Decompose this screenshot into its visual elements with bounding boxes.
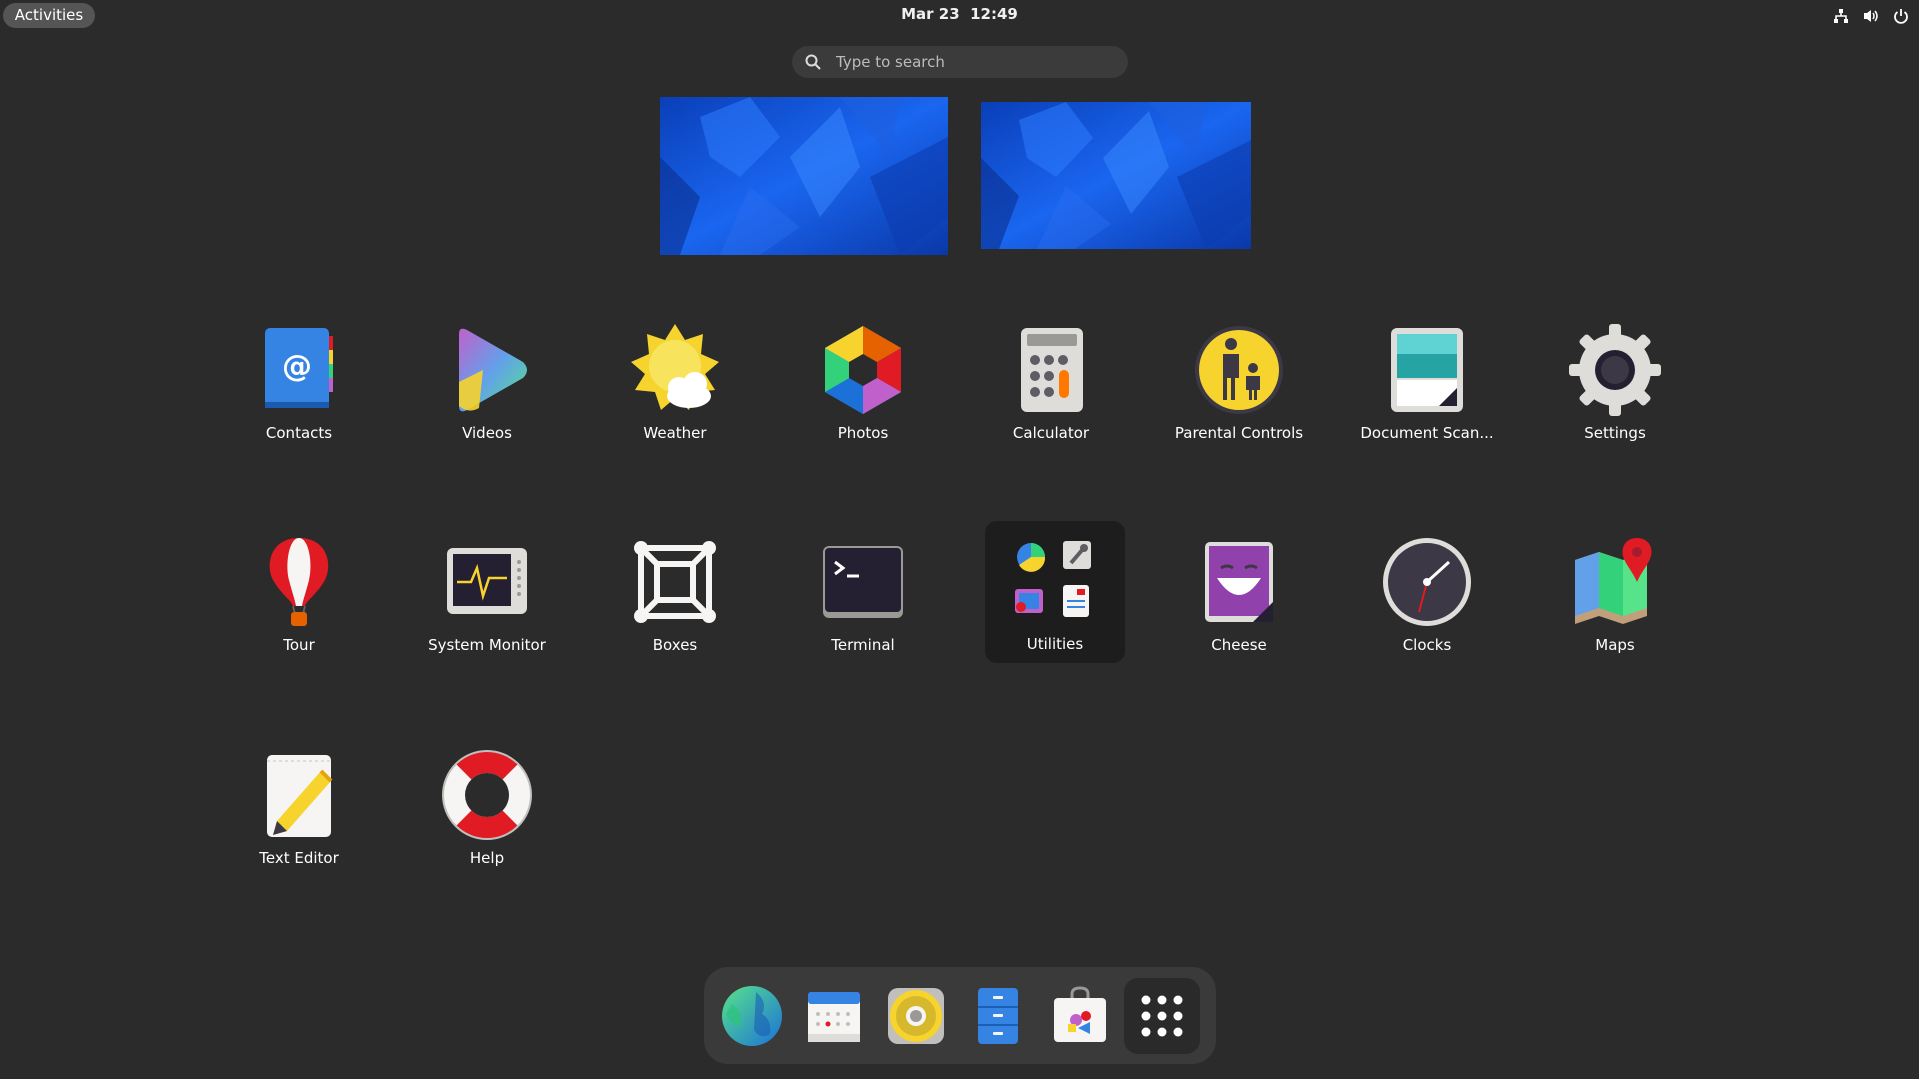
app-parental-controls[interactable]: Parental Controls — [1169, 310, 1309, 452]
app-label: Contacts — [265, 424, 333, 442]
system-status-area[interactable] — [1831, 6, 1911, 26]
maps-icon — [1575, 538, 1652, 624]
app-weather[interactable]: Weather — [605, 310, 745, 452]
app-help[interactable]: Help — [417, 735, 557, 877]
app-label: Settings — [1584, 424, 1646, 442]
svg-text:@: @ — [282, 349, 312, 384]
dock-item-files[interactable] — [960, 978, 1036, 1054]
app-label: Terminal — [831, 636, 895, 654]
app-label: Videos — [462, 424, 512, 442]
app-label: Tour — [283, 636, 315, 654]
date-label[interactable]: Mar 23 — [901, 5, 960, 23]
dock-item-show-apps[interactable] — [1124, 978, 1200, 1054]
app-label: Help — [469, 849, 505, 867]
parental-controls-icon — [1195, 326, 1283, 414]
app-label: Photos — [837, 424, 889, 442]
tour-balloon-icon — [269, 538, 329, 626]
software-store-icon — [1054, 986, 1106, 1042]
help-lifebuoy-icon — [442, 750, 532, 840]
volume-icon[interactable] — [1861, 6, 1881, 26]
dock-item-software[interactable] — [1042, 978, 1118, 1054]
app-maps[interactable]: Maps — [1545, 522, 1685, 664]
time-label[interactable]: 12:49 — [970, 5, 1018, 23]
app-label: System Monitor — [428, 636, 546, 654]
dock-item-music[interactable] — [878, 978, 954, 1054]
document-scanner-icon — [1391, 328, 1463, 412]
search-bar[interactable] — [792, 46, 1128, 78]
app-label: Boxes — [652, 636, 698, 654]
top-bar: Activities Mar 23 12:49 — [0, 0, 1919, 31]
app-folder-utilities[interactable]: Utilities — [985, 521, 1125, 663]
system-monitor-icon — [447, 548, 527, 614]
app-contacts[interactable]: @ Contacts — [229, 310, 369, 452]
app-document-scanner[interactable]: Document Scan... — [1357, 310, 1497, 452]
show-apps-grid-icon — [1141, 995, 1183, 1037]
network-icon[interactable] — [1831, 6, 1851, 26]
app-settings[interactable]: Settings — [1545, 310, 1685, 452]
app-photos[interactable]: Photos — [793, 310, 933, 452]
app-label: Weather — [643, 424, 707, 442]
calculator-icon — [1021, 328, 1083, 412]
boxes-icon — [634, 541, 716, 623]
app-label: Clocks — [1402, 636, 1452, 654]
app-tour[interactable]: Tour — [229, 522, 369, 664]
workspace-thumbnail-1[interactable] — [660, 97, 948, 255]
app-boxes[interactable]: Boxes — [605, 522, 745, 664]
cheese-icon — [1205, 542, 1273, 622]
utilities-folder-icon — [1015, 541, 1091, 617]
app-calculator[interactable]: Calculator — [981, 310, 1121, 452]
app-clocks[interactable]: Clocks — [1357, 522, 1497, 664]
search-input[interactable] — [834, 52, 1128, 72]
clocks-icon — [1383, 538, 1471, 626]
files-cabinet-icon — [978, 988, 1018, 1044]
settings-gear-icon — [1569, 324, 1661, 416]
workspace-thumbnail-2[interactable] — [981, 102, 1251, 249]
app-terminal[interactable]: Terminal — [793, 522, 933, 664]
app-label: Text Editor — [259, 849, 339, 867]
photos-icon — [825, 326, 901, 414]
dock — [704, 967, 1216, 1064]
app-cheese[interactable]: Cheese — [1169, 522, 1309, 664]
search-icon — [805, 54, 821, 70]
app-label: Cheese — [1211, 636, 1267, 654]
app-label: Calculator — [1012, 424, 1090, 442]
terminal-icon — [823, 546, 903, 618]
power-icon[interactable] — [1891, 6, 1911, 26]
web-browser-icon — [722, 986, 782, 1046]
dock-item-calendar[interactable] — [796, 978, 872, 1054]
app-text-editor[interactable]: Text Editor — [229, 735, 369, 877]
text-editor-icon — [267, 755, 333, 837]
music-speaker-icon — [888, 988, 944, 1044]
app-videos[interactable]: Videos — [417, 310, 557, 452]
calendar-icon — [808, 992, 860, 1042]
dock-item-web-browser[interactable] — [714, 978, 790, 1054]
date-time-clock[interactable]: Mar 23 12:49 — [0, 5, 1919, 23]
app-label: Utilities — [1026, 635, 1084, 653]
contacts-icon: @ — [265, 328, 333, 408]
app-label: Document Scan... — [1360, 424, 1494, 442]
app-label: Maps — [1595, 636, 1635, 654]
videos-icon — [459, 328, 527, 412]
weather-icon — [631, 324, 719, 410]
app-system-monitor[interactable]: System Monitor — [417, 522, 557, 664]
app-label: Parental Controls — [1174, 424, 1304, 442]
